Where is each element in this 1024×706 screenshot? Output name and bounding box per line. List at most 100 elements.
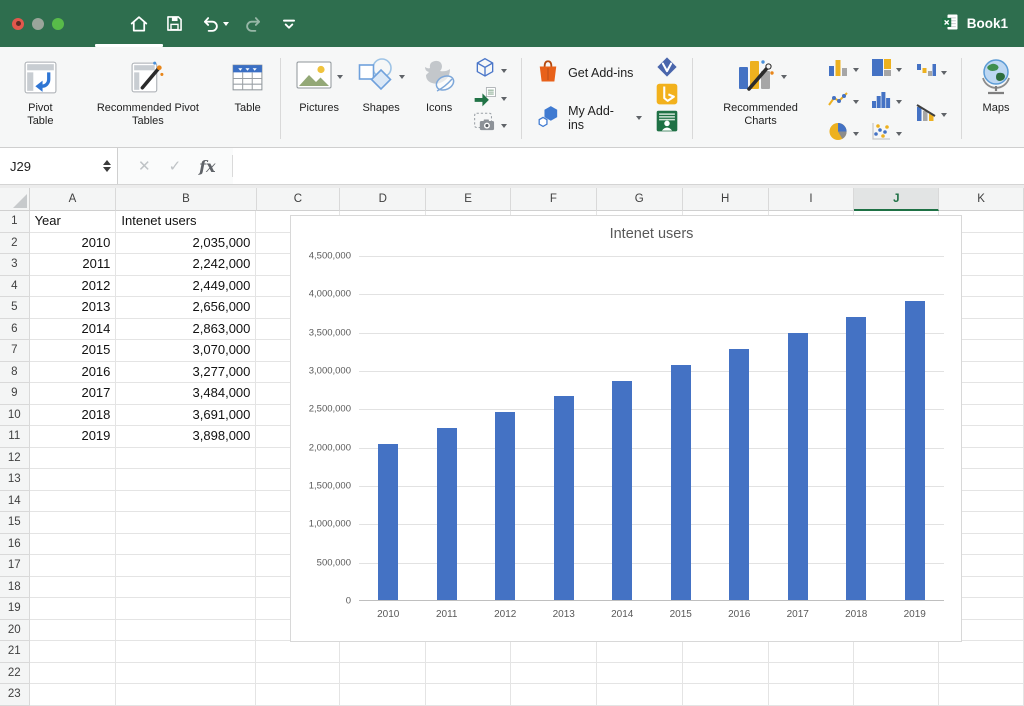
column-header-B[interactable]: B [116, 188, 257, 211]
cell-B20[interactable] [116, 619, 257, 641]
cell-A9[interactable]: 2017 [29, 383, 117, 405]
cell-A8[interactable]: 2016 [29, 361, 117, 383]
row-header-14[interactable]: 14 [0, 490, 30, 512]
row-header-21[interactable]: 21 [0, 641, 30, 663]
shapes-button[interactable]: Shapes [357, 52, 406, 115]
cell-A20[interactable] [29, 619, 117, 641]
cell-E23[interactable] [426, 684, 511, 706]
insert-function-icon[interactable]: fx [199, 157, 215, 176]
cell-B17[interactable] [116, 555, 257, 577]
maps-button[interactable]: Maps [976, 52, 1016, 115]
row-header-7[interactable]: 7 [0, 340, 30, 362]
column-header-J[interactable]: J [854, 188, 940, 211]
cell-B5[interactable]: 2,656,000 [116, 297, 257, 319]
cell-F21[interactable] [510, 641, 597, 663]
chart-bar-2012[interactable] [495, 412, 516, 600]
cell-B2[interactable]: 2,035,000 [116, 232, 257, 254]
people-graph-addin-icon[interactable] [656, 110, 678, 137]
cell-D22[interactable] [340, 662, 427, 684]
cell-I23[interactable] [768, 684, 855, 706]
insert-combo-chart-button[interactable] [916, 103, 948, 127]
cell-A2[interactable]: 2010 [29, 232, 117, 254]
select-all-corner[interactable] [0, 188, 30, 211]
cell-B9[interactable]: 3,484,000 [116, 383, 257, 405]
3d-models-dropdown-icon[interactable] [501, 68, 508, 73]
cell-B23[interactable] [116, 684, 257, 706]
cell-B7[interactable]: 3,070,000 [116, 340, 257, 362]
row-header-20[interactable]: 20 [0, 619, 30, 641]
row-header-15[interactable]: 15 [0, 512, 30, 534]
cell-A10[interactable]: 2018 [29, 404, 117, 426]
insert-histogram-chart-button[interactable] [871, 90, 903, 114]
histogram-chart-dropdown-icon[interactable] [896, 100, 903, 104]
row-header-23[interactable]: 23 [0, 684, 30, 706]
cell-A19[interactable] [29, 598, 117, 620]
chart-bar-2013[interactable] [553, 396, 574, 600]
cell-B13[interactable] [116, 469, 257, 491]
enter-icon[interactable]: ✓ [169, 157, 182, 175]
cell-J23[interactable] [854, 684, 940, 706]
row-header-11[interactable]: 11 [0, 426, 30, 448]
recommended-pivot-tables-button[interactable]: Recommended Pivot Tables [81, 52, 215, 128]
row-header-6[interactable]: 6 [0, 318, 30, 340]
column-chart-dropdown-icon[interactable] [853, 68, 860, 72]
cell-A22[interactable] [29, 662, 117, 684]
cell-H21[interactable] [682, 641, 769, 663]
3d-models-button[interactable] [473, 56, 508, 85]
column-header-E[interactable]: E [426, 188, 512, 211]
stepper-up-icon[interactable] [103, 160, 111, 165]
cell-A5[interactable]: 2013 [29, 297, 117, 319]
scatter-chart-dropdown-icon[interactable] [896, 132, 903, 136]
cell-A13[interactable] [29, 469, 117, 491]
cell-A17[interactable] [29, 555, 117, 577]
column-header-D[interactable]: D [340, 188, 427, 211]
chart-bar-2018[interactable] [846, 317, 867, 600]
cell-A15[interactable] [29, 512, 117, 534]
shapes-dropdown-icon[interactable] [399, 75, 406, 79]
smartart-dropdown-icon[interactable] [501, 96, 508, 101]
bing-addin-icon[interactable] [656, 83, 678, 110]
insert-treemap-chart-button[interactable] [871, 58, 903, 82]
cell-B12[interactable] [116, 447, 257, 469]
row-header-12[interactable]: 12 [0, 447, 30, 469]
cell-B8[interactable]: 3,277,000 [116, 361, 257, 383]
get-addins-button[interactable]: Get Add-ins [536, 58, 642, 87]
name-box[interactable]: J29 [0, 148, 118, 184]
cell-K22[interactable] [939, 662, 1024, 684]
cell-B1[interactable]: Intenet users [116, 211, 257, 233]
save-icon[interactable] [164, 13, 185, 34]
undo-button[interactable] [199, 13, 229, 35]
row-header-5[interactable]: 5 [0, 297, 30, 319]
cell-G22[interactable] [596, 662, 683, 684]
cell-I21[interactable] [768, 641, 855, 663]
cell-B3[interactable]: 2,242,000 [116, 254, 257, 276]
column-header-H[interactable]: H [682, 188, 769, 211]
minimize-button[interactable] [32, 17, 44, 30]
row-header-9[interactable]: 9 [0, 383, 30, 405]
cell-J22[interactable] [854, 662, 940, 684]
cell-B19[interactable] [116, 598, 257, 620]
row-header-4[interactable]: 4 [0, 275, 30, 297]
combo-chart-dropdown-icon[interactable] [941, 113, 948, 117]
column-header-A[interactable]: A [29, 188, 117, 211]
cell-F22[interactable] [510, 662, 597, 684]
row-header-2[interactable]: 2 [0, 232, 30, 254]
cell-A7[interactable]: 2015 [29, 340, 117, 362]
treemap-chart-dropdown-icon[interactable] [896, 68, 903, 72]
screenshot-button[interactable] [473, 112, 508, 139]
column-header-K[interactable]: K [939, 188, 1024, 211]
cancel-icon[interactable]: ✕ [138, 157, 151, 175]
chart-title[interactable]: Intenet users [359, 226, 944, 242]
cell-B6[interactable]: 2,863,000 [116, 318, 257, 340]
row-header-1[interactable]: 1 [0, 211, 30, 233]
undo-dropdown-icon[interactable] [223, 21, 229, 26]
chart-bar-2010[interactable] [378, 443, 399, 600]
cell-B4[interactable]: 2,449,000 [116, 275, 257, 297]
cell-A6[interactable]: 2014 [29, 318, 117, 340]
cell-K21[interactable] [939, 641, 1024, 663]
recommended-charts-button[interactable]: Recommended Charts [707, 52, 814, 128]
cell-B11[interactable]: 3,898,000 [116, 426, 257, 448]
chart-bar-2015[interactable] [670, 364, 691, 600]
cell-F23[interactable] [510, 684, 597, 706]
my-addins-button[interactable]: My Add-ins [536, 103, 643, 132]
